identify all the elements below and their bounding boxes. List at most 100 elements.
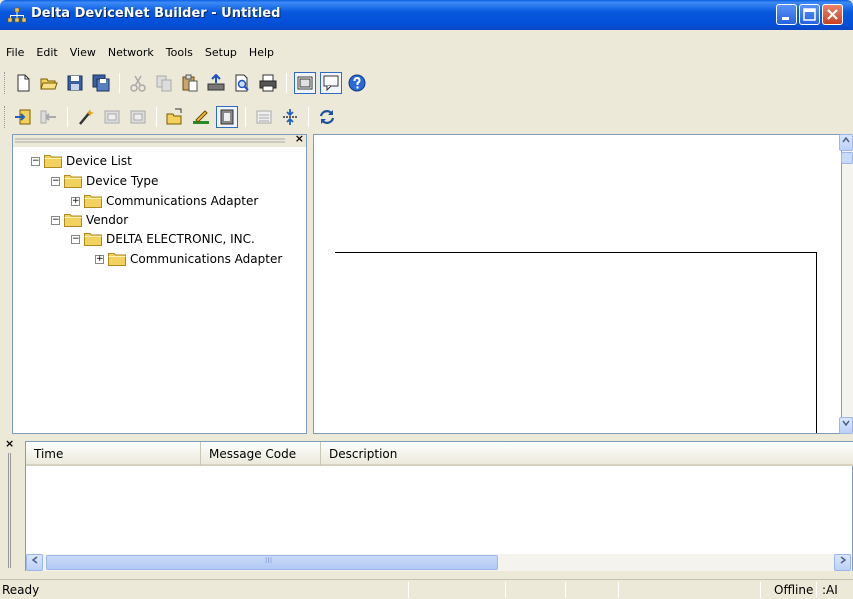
- close-button[interactable]: [822, 4, 843, 25]
- collapse-toggle[interactable]: −: [51, 176, 60, 186]
- toolbar-grip[interactable]: [4, 106, 7, 128]
- status-mode: Offline: [774, 583, 814, 597]
- paste-icon: [182, 74, 198, 92]
- tree-node-vendor-communications-adapter[interactable]: + Communications Adapter: [95, 250, 282, 268]
- paste-button[interactable]: [179, 72, 201, 94]
- cut-button[interactable]: [127, 72, 149, 94]
- folder-icon: [108, 253, 126, 266]
- folder-icon: [84, 195, 102, 208]
- pencil-icon: [193, 110, 209, 124]
- menu-setup[interactable]: Setup: [199, 44, 243, 62]
- copy-button[interactable]: [153, 72, 175, 94]
- maximize-button[interactable]: [799, 4, 820, 25]
- scroll-thumb[interactable]: [841, 152, 853, 164]
- panel-grip: [15, 138, 285, 143]
- config-icon: [220, 109, 234, 125]
- menu-edit[interactable]: Edit: [30, 44, 63, 62]
- print-preview-icon: [235, 74, 249, 92]
- tree-panel-header[interactable]: ×: [13, 132, 306, 147]
- tree-node-delta-electronic[interactable]: − DELTA ELECTRONIC, INC.: [71, 230, 255, 248]
- toolbar-grip[interactable]: [4, 72, 7, 94]
- open-button[interactable]: [38, 72, 60, 94]
- refresh-button[interactable]: [316, 106, 338, 128]
- copy-icon: [156, 75, 172, 92]
- message-panel: × Time Message Code Description III: [0, 437, 853, 576]
- scan-button[interactable]: [164, 106, 186, 128]
- status-bar: Ready Offline :AI: [0, 579, 853, 599]
- menu-view[interactable]: View: [64, 44, 102, 62]
- tree-label: DELTA ELECTRONIC, INC.: [106, 232, 255, 246]
- pencil-button[interactable]: [190, 106, 212, 128]
- device-out-button[interactable]: [127, 106, 149, 128]
- import-button[interactable]: [12, 106, 34, 128]
- application-window: Delta DeviceNet Builder - Untitled File …: [0, 0, 853, 599]
- message-horizontal-scrollbar[interactable]: III: [26, 554, 852, 571]
- tree-node-device-list[interactable]: − Device List: [31, 152, 132, 170]
- menu-help[interactable]: Help: [243, 44, 280, 62]
- tree-node-device-type[interactable]: − Device Type: [51, 172, 158, 190]
- scroll-thumb[interactable]: III: [46, 555, 498, 570]
- network-bus-line: [335, 252, 817, 433]
- minimize-icon: [782, 17, 789, 20]
- status-separator: [408, 582, 409, 598]
- help-button[interactable]: [346, 72, 368, 94]
- scroll-up-button[interactable]: [839, 134, 853, 151]
- panel-grip[interactable]: [8, 453, 11, 568]
- print-button[interactable]: [257, 72, 279, 94]
- menu-file[interactable]: File: [0, 44, 30, 62]
- status-separator: [816, 582, 817, 598]
- collapse-toggle[interactable]: −: [71, 234, 80, 244]
- wand-icon: [79, 109, 94, 125]
- save-as-button[interactable]: [90, 72, 112, 94]
- column-time[interactable]: Time: [26, 442, 201, 466]
- expand-toggle[interactable]: +: [95, 254, 104, 264]
- message-button[interactable]: [320, 72, 342, 94]
- export-icon: [40, 110, 56, 124]
- tree-label: Communications Adapter: [106, 194, 259, 208]
- message-list[interactable]: Time Message Code Description III: [25, 441, 853, 571]
- config-button[interactable]: [216, 106, 238, 128]
- export-button[interactable]: [38, 106, 60, 128]
- collapse-toggle[interactable]: −: [51, 215, 60, 225]
- folder-icon: [44, 155, 62, 168]
- device-in-button[interactable]: [101, 106, 123, 128]
- network-canvas[interactable]: [313, 134, 842, 434]
- scroll-down-button[interactable]: [839, 417, 853, 434]
- list-button[interactable]: [253, 106, 275, 128]
- menu-tools[interactable]: Tools: [160, 44, 199, 62]
- minimize-button[interactable]: [776, 4, 797, 25]
- toolbar-separator: [286, 73, 287, 93]
- wand-button[interactable]: [75, 106, 97, 128]
- device-in-icon: [104, 110, 120, 124]
- maximize-icon: [803, 8, 816, 21]
- scroll-right-button[interactable]: [834, 554, 851, 571]
- canvas-vertical-scrollbar[interactable]: [839, 134, 853, 434]
- folder-icon: [64, 175, 82, 188]
- tree-close-button[interactable]: ×: [295, 132, 304, 145]
- expand-icon: [283, 109, 297, 125]
- column-message-code[interactable]: Message Code: [201, 442, 321, 466]
- list-icon: [256, 110, 272, 124]
- print-preview-button[interactable]: [231, 72, 253, 94]
- tree-node-vendor[interactable]: − Vendor: [51, 211, 128, 229]
- expand-button[interactable]: [279, 106, 301, 128]
- collapse-toggle[interactable]: −: [31, 156, 40, 166]
- tree-label: Device List: [66, 154, 132, 168]
- new-button[interactable]: [12, 72, 34, 94]
- column-description[interactable]: Description: [321, 442, 853, 466]
- chevron-left-icon: [31, 556, 37, 564]
- view-panel-icon: [297, 76, 313, 90]
- menu-network[interactable]: Network: [102, 44, 160, 62]
- tree-node-communications-adapter[interactable]: + Communications Adapter: [71, 192, 258, 210]
- save-as-icon: [92, 74, 110, 92]
- upload-button[interactable]: [205, 72, 227, 94]
- title-bar[interactable]: Delta DeviceNet Builder - Untitled: [0, 0, 853, 30]
- message-close-button[interactable]: ×: [5, 437, 14, 450]
- save-button[interactable]: [64, 72, 86, 94]
- chevron-right-icon: [840, 556, 846, 564]
- status-separator: [505, 582, 506, 598]
- scroll-left-button[interactable]: [26, 554, 43, 571]
- view-panel-button[interactable]: [294, 72, 316, 94]
- expand-toggle[interactable]: +: [71, 196, 80, 206]
- tree-label: Device Type: [86, 174, 159, 188]
